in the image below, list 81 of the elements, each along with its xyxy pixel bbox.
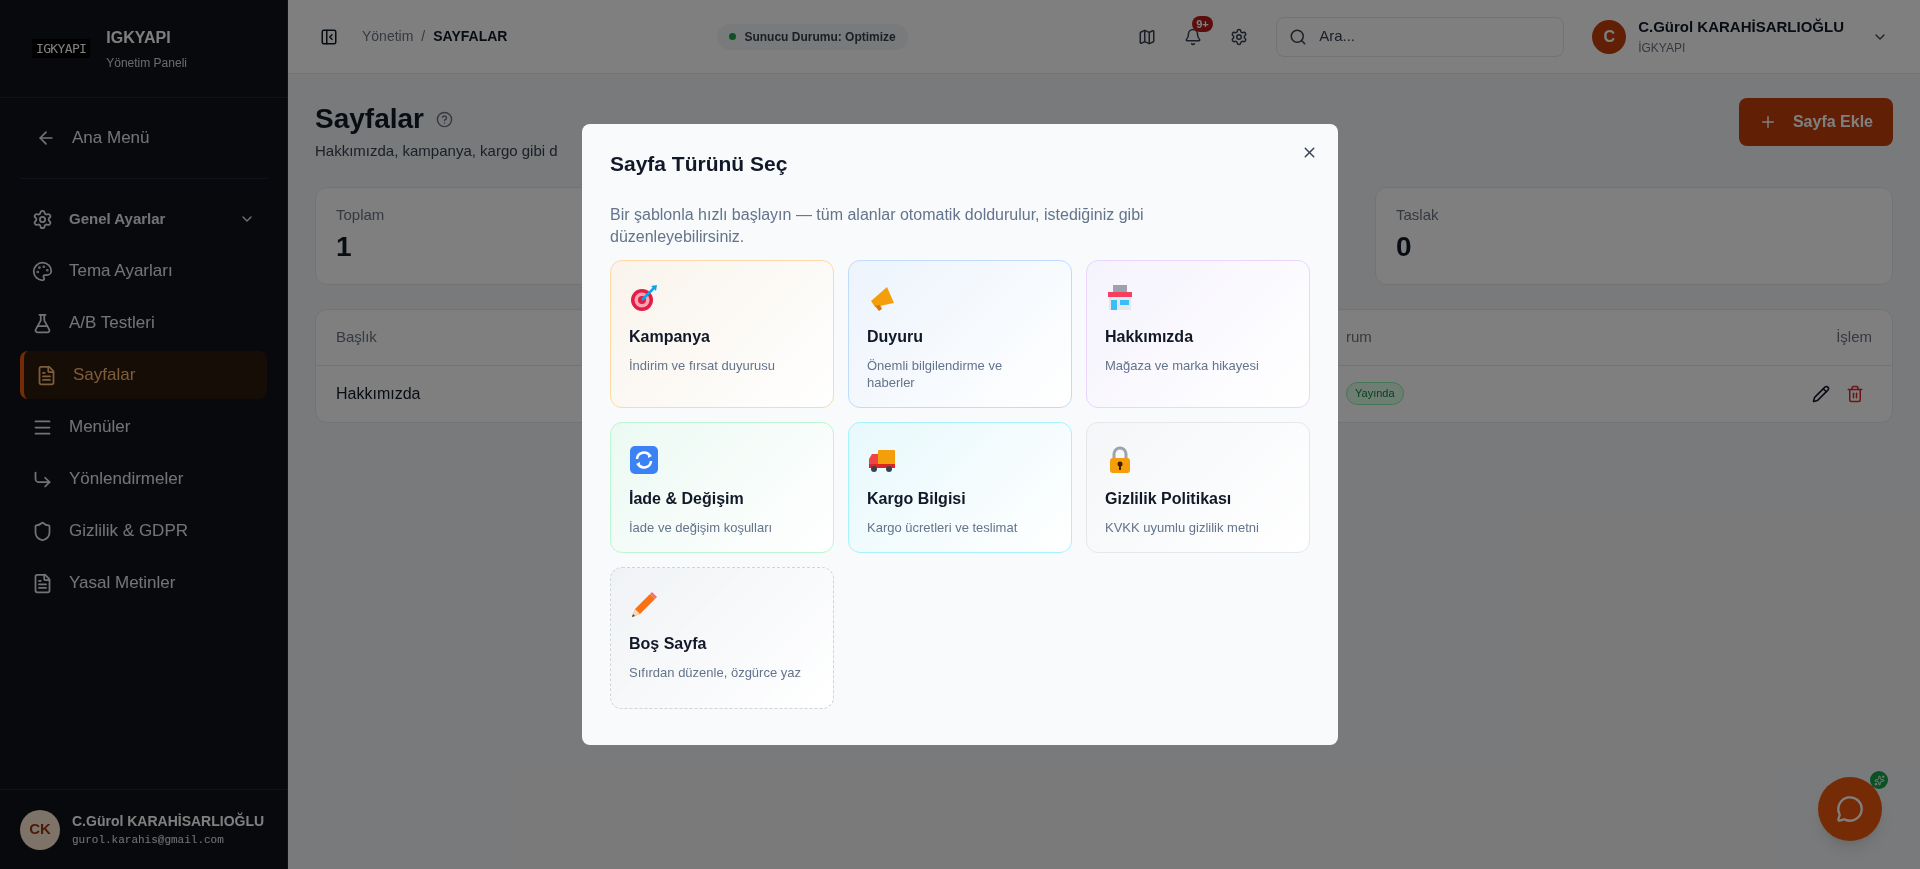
menu-item-icon	[36, 364, 57, 386]
sidebar-toggle-icon[interactable]	[320, 27, 338, 46]
user-name: C.Gürol KARAHİSARLIOĞLU	[1638, 17, 1844, 38]
sidebar-item[interactable]: Sayfalar	[20, 351, 267, 399]
user-avatar: CK	[20, 809, 60, 850]
search-field[interactable]: Ara...	[1276, 16, 1565, 57]
server-status-pill: Sunucu Durumu: Optimize	[717, 23, 908, 50]
template-card[interactable]: Boş Sayfa Sıfırdan düzenle, özgürce yaz	[610, 566, 834, 709]
template-title: Duyuru	[867, 326, 923, 347]
stat-label: Toplam	[336, 204, 385, 225]
menu-item-icon	[32, 312, 53, 334]
stat-value: 0	[1396, 230, 1412, 264]
brand-name: IGKYAPI	[106, 27, 172, 48]
menu-item-icon	[32, 260, 53, 282]
sidebar-item[interactable]: Tema Ayarları	[20, 247, 267, 295]
template-card[interactable]: İade & Değişim İade ve değişim koşulları	[610, 421, 834, 553]
brand-logo: IGKYAPI	[32, 38, 91, 59]
stat-value: 1	[336, 230, 352, 264]
menu-item-icon	[32, 208, 53, 230]
stat-label: Taslak	[1396, 204, 1439, 225]
template-description: Mağaza ve marka hikayesi	[1105, 356, 1259, 374]
sidebar-item[interactable]: A/B Testleri	[20, 299, 267, 347]
chat-bubble-icon	[1836, 795, 1864, 823]
column-header: İşlem	[1836, 326, 1872, 347]
template-description: KVKK uyumlu gizlilik metni	[1105, 518, 1259, 536]
template-description: Kargo ücretleri ve teslimat	[867, 518, 1018, 536]
chat-button[interactable]	[1818, 777, 1882, 841]
template-card[interactable]: Duyuru Önemli bilgilendirme ve haberler	[848, 259, 1072, 408]
user-name: C.Gürol KARAHİSARLIOĞLU	[72, 811, 265, 831]
pencil-icon	[629, 589, 659, 620]
template-title: Gizlilik Politikası	[1105, 488, 1232, 509]
template-card[interactable]: Gizlilik Politikası KVKK uyumlu gizlilik metni	[1086, 421, 1310, 553]
template-card[interactable]: Kampanya İndirim ve fırsat duyurusu	[610, 259, 834, 408]
settings-icon[interactable]	[1230, 27, 1249, 46]
menu-item-icon	[32, 572, 53, 594]
modal-title: Sayfa Türünü Seç	[610, 151, 789, 178]
menu-item-icon	[32, 520, 53, 542]
status-badge: Yayında	[1346, 382, 1404, 405]
template-title: Boş Sayfa	[629, 633, 707, 654]
target-icon	[629, 282, 659, 313]
breadcrumb-current: SAYFALAR	[433, 27, 508, 46]
page-subtitle: Hakkımızda, kampanya, kargo gibi d	[315, 141, 558, 161]
template-title: Kargo Bilgisi	[867, 488, 966, 509]
sidebar-item[interactable]: Menüler	[20, 403, 267, 451]
user-avatar[interactable]: C	[1592, 19, 1627, 54]
page-title: Sayfalar	[315, 102, 424, 136]
back-button[interactable]: Ana Menü	[20, 114, 267, 162]
template-card[interactable]: Hakkımızda Mağaza ve marka hikayesi	[1086, 259, 1310, 408]
breadcrumb-link[interactable]: Yönetim	[362, 26, 414, 47]
refresh-arrows-icon	[629, 444, 659, 475]
sidebar-item[interactable]: Yasal Metinler	[20, 559, 267, 607]
storefront-icon	[1105, 282, 1135, 313]
sidebar-item[interactable]: Gizlilik & GDPR	[20, 507, 267, 555]
modal-description: Bir şablonla hızlı başlayın — tüm alanlar otomatik doldurulur, istediğiniz gibi düzenleyebilirsiniz.	[610, 204, 1145, 247]
search-icon	[1289, 27, 1308, 46]
template-title: İade & Değişim	[629, 488, 744, 509]
template-title: Kampanya	[629, 326, 710, 347]
column-header: Başlık	[336, 326, 377, 347]
column-header: rum	[1346, 326, 1372, 347]
notification-bell-icon[interactable]	[1184, 27, 1203, 46]
template-description: İade ve değişim koşulları	[629, 518, 773, 536]
user-email: gurol.karahis@gmail.com	[72, 832, 225, 848]
template-title: Hakkımızda	[1105, 326, 1194, 347]
delete-icon[interactable]	[1846, 384, 1864, 403]
sparkle-badge-icon	[1870, 771, 1888, 789]
add-page-button[interactable]: Sayfa Ekle	[1738, 98, 1893, 146]
search-input[interactable]: Ara...	[1319, 25, 1552, 48]
template-description: İndirim ve fırsat duyurusu	[629, 356, 775, 374]
template-description: Sıfırdan düzenle, özgürce yaz	[629, 663, 801, 681]
template-card[interactable]: Kargo Bilgisi Kargo ücretleri ve teslimat	[848, 421, 1072, 553]
notification-badge: 9+	[1192, 15, 1213, 32]
brand-subtitle: Yönetim Paneli	[106, 54, 187, 72]
help-icon[interactable]	[435, 110, 453, 128]
sidebar-item[interactable]: Yönlendirmeler	[20, 455, 267, 503]
template-description: Önemli bilgilendirme ve haberler	[867, 356, 1004, 391]
sidebar-item[interactable]: Genel Ayarlar	[20, 195, 267, 243]
map-icon[interactable]	[1138, 27, 1157, 46]
breadcrumb-separator: /	[421, 27, 426, 46]
edit-icon[interactable]	[1812, 384, 1830, 403]
user-organization: İGKYAPI	[1638, 39, 1687, 57]
table-cell-text: Hakkımızda	[336, 383, 421, 404]
